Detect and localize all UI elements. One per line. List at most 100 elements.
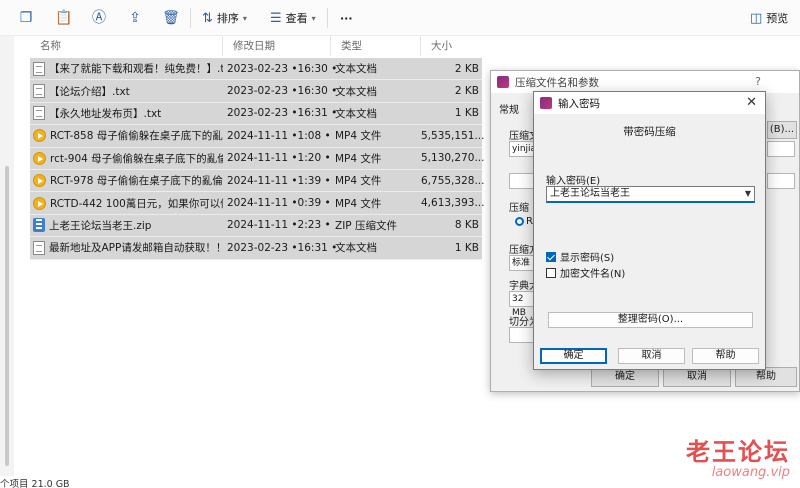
file-row[interactable]: 上老王论坛当老王.zip 2024-11-11 •2:23 • ZIP 压缩文件 8 … bbox=[30, 214, 482, 238]
chevron-down-icon: ▾ bbox=[311, 13, 316, 23]
scrollbar-thumb[interactable] bbox=[5, 166, 9, 466]
chevron-down-icon[interactable]: ▼ bbox=[745, 187, 751, 201]
file-name-cell: 【永久地址发布页】.txt bbox=[30, 106, 223, 121]
winrar-icon bbox=[540, 97, 552, 109]
preview-pane-icon: ◫ bbox=[750, 10, 763, 26]
password-dialog-heading: 带密码压缩 bbox=[623, 126, 676, 138]
archive-help-button[interactable]: 帮助 bbox=[735, 367, 797, 387]
file-row[interactable]: 【论坛介绍】.txt 2023-02-23 •16:30 • 文本文档 2 KB bbox=[30, 80, 482, 103]
file-size: 5,130,270... bbox=[421, 152, 485, 165]
rename-icon[interactable]: Ⓐ bbox=[90, 9, 108, 27]
column-header-date[interactable]: 修改日期 bbox=[223, 36, 331, 56]
file-row[interactable]: 【永久地址发布页】.txt 2023-02-23 •16:31 • 文本文档 1 KB bbox=[30, 102, 482, 126]
file-name-cell: 最新地址及APP请发邮箱自动获取！！！... bbox=[30, 240, 223, 255]
file-type: MP4 文件 bbox=[335, 130, 382, 143]
file-name: 【永久地址发布页】.txt bbox=[49, 107, 162, 120]
file-date: 2023-02-23 •16:31 • bbox=[227, 107, 338, 120]
file-size: 5,535,151... bbox=[421, 129, 485, 142]
file-name-cell: RCTD-442 100萬日元，如果你可以做愛... bbox=[30, 196, 223, 211]
password-dialog-title: 输入密码 bbox=[558, 97, 600, 110]
close-icon[interactable]: ✕ bbox=[746, 95, 757, 111]
column-header-size[interactable]: 大小 bbox=[421, 36, 482, 56]
options-select[interactable] bbox=[767, 173, 795, 189]
column-header-row: 名称 修改日期 类型 大小 bbox=[30, 36, 482, 56]
password-dialog-titlebar[interactable]: 输入密码 ✕ bbox=[534, 92, 765, 114]
file-date: 2024-11-11 •1:08 • bbox=[227, 129, 331, 142]
toolbar-divider bbox=[190, 8, 191, 28]
navigation-pane-scrollbar[interactable] bbox=[0, 36, 14, 476]
column-header-type[interactable]: 类型 bbox=[331, 36, 421, 56]
archive-dialog-titlebar[interactable]: 压缩文件名和参数 ? bbox=[491, 71, 799, 93]
file-row[interactable]: 【来了就能下载和观看！纯免费！】.txt 2023-02-23 •16:30 • 文… bbox=[30, 58, 482, 81]
view-icon: ☰ bbox=[270, 10, 282, 26]
status-text: 个项目 21.0 GB bbox=[0, 479, 70, 488]
text-file-icon bbox=[33, 106, 45, 121]
file-type: MP4 文件 bbox=[335, 175, 382, 188]
file-name: 最新地址及APP请发邮箱自动获取！！！... bbox=[49, 242, 223, 255]
video-file-icon bbox=[33, 174, 46, 188]
file-name: rct-904 母子偷偷躲在桌子底下的亂倫遊... bbox=[50, 152, 223, 165]
site-watermark: 老王论坛 laowang.vip bbox=[686, 432, 790, 480]
update-mode-select[interactable] bbox=[767, 141, 795, 157]
file-type: 文本文档 bbox=[335, 107, 377, 120]
password-ok-button[interactable]: 确定 bbox=[540, 348, 607, 364]
organize-passwords-button[interactable]: 整理密码(O)... bbox=[548, 312, 753, 328]
view-button[interactable]: ☰ 查看 ▾ bbox=[270, 8, 316, 28]
file-row[interactable]: RCT-978 母子偷偷在桌子底下的亂倫遊... 2024-11-11 •1:39… bbox=[30, 169, 484, 193]
file-type: 文本文档 bbox=[335, 63, 377, 76]
file-size: 2 KB bbox=[454, 85, 479, 98]
more-options-button[interactable]: ··· bbox=[340, 8, 353, 28]
archive-cancel-button[interactable]: 取消 bbox=[663, 367, 731, 387]
encrypt-file-names-checkbox[interactable]: 加密文件名(N) bbox=[546, 265, 625, 280]
file-type: MP4 文件 bbox=[335, 152, 382, 165]
archive-dialog-title: 压缩文件名和参数 bbox=[515, 76, 599, 89]
password-cancel-button[interactable]: 取消 bbox=[618, 348, 685, 364]
file-name: 上老王论坛当老王.zip bbox=[49, 219, 152, 232]
password-input[interactable]: 上老王论坛当老王 ▼ bbox=[546, 186, 755, 203]
share-icon[interactable]: ⇪ bbox=[126, 9, 144, 27]
delete-icon[interactable]: 🗑 bbox=[162, 9, 180, 27]
file-row[interactable]: RCT-858 母子偷偷躲在桌子底下的亂倫... 2024-11-11 •1:08… bbox=[30, 125, 485, 148]
watermark-text-cn: 老王论坛 bbox=[686, 438, 790, 466]
file-type: ZIP 压缩文件 bbox=[335, 219, 397, 232]
file-name-cell: RCT-858 母子偷偷躲在桌子底下的亂倫... bbox=[30, 128, 223, 143]
password-label: 输入密码(E) bbox=[546, 176, 601, 187]
explorer-toolbar: ❐ 📋 Ⓐ ⇪ 🗑 ⇅ 排序 ▾ ☰ 查看 ▾ ··· ◫ 预览 bbox=[0, 0, 800, 36]
tab-general[interactable]: 常规 bbox=[499, 101, 519, 116]
zip-file-icon bbox=[33, 218, 45, 233]
copy-icon[interactable]: ❐ bbox=[17, 9, 35, 27]
enter-password-dialog: 输入密码 ✕ 带密码压缩 输入密码(E) 上老王论坛当老王 ▼ 显示密码(S) … bbox=[533, 91, 766, 370]
file-row[interactable]: rct-904 母子偷偷躲在桌子底下的亂倫遊... 2024-11-11 •1:2… bbox=[30, 147, 485, 170]
file-date: 2024-11-11 •0:39 • bbox=[227, 197, 331, 210]
file-size: 1 KB bbox=[454, 107, 479, 120]
password-help-button[interactable]: 帮助 bbox=[692, 348, 759, 364]
show-password-checkbox[interactable]: 显示密码(S) bbox=[546, 249, 614, 264]
column-header-name[interactable]: 名称 bbox=[30, 36, 223, 56]
file-name: RCTD-442 100萬日元，如果你可以做愛... bbox=[50, 197, 223, 210]
video-file-icon bbox=[33, 129, 46, 143]
preview-label: 预览 bbox=[766, 12, 789, 25]
file-name-cell: RCT-978 母子偷偷在桌子底下的亂倫遊... bbox=[30, 173, 223, 188]
encrypt-file-names-label: 加密文件名(N) bbox=[560, 269, 626, 280]
toolbar-divider bbox=[327, 8, 328, 28]
file-name: 【论坛介绍】.txt bbox=[49, 85, 130, 98]
text-file-icon bbox=[33, 84, 45, 99]
browse-button[interactable]: (B)... bbox=[767, 121, 797, 139]
text-file-icon bbox=[33, 240, 45, 255]
help-icon[interactable]: ? bbox=[755, 75, 761, 88]
file-type: 文本文档 bbox=[335, 242, 377, 255]
sort-button[interactable]: ⇅ 排序 ▾ bbox=[202, 8, 247, 28]
show-password-label: 显示密码(S) bbox=[560, 253, 615, 264]
paste-icon[interactable]: 📋 bbox=[55, 9, 73, 27]
file-date: 2023-02-23 •16:31 • bbox=[227, 241, 338, 254]
file-size: 4,613,393... bbox=[421, 197, 485, 210]
file-name-cell: 【来了就能下载和观看！纯免费！】.txt bbox=[30, 61, 223, 76]
preview-button[interactable]: ◫ 预览 bbox=[750, 8, 788, 28]
file-size: 8 KB bbox=[454, 219, 479, 232]
file-date: 2024-11-11 •1:39 • bbox=[227, 174, 331, 187]
file-row[interactable]: RCTD-442 100萬日元，如果你可以做愛... 2024-11-11 •0:… bbox=[30, 192, 485, 215]
status-bar: 个项目 21.0 GB bbox=[0, 476, 800, 488]
file-name: RCT-978 母子偷偷在桌子底下的亂倫遊... bbox=[50, 175, 223, 188]
file-row[interactable]: 最新地址及APP请发邮箱自动获取！！！... 2023-02-23 •16:31 … bbox=[30, 237, 482, 260]
archive-ok-button[interactable]: 确定 bbox=[591, 367, 659, 387]
